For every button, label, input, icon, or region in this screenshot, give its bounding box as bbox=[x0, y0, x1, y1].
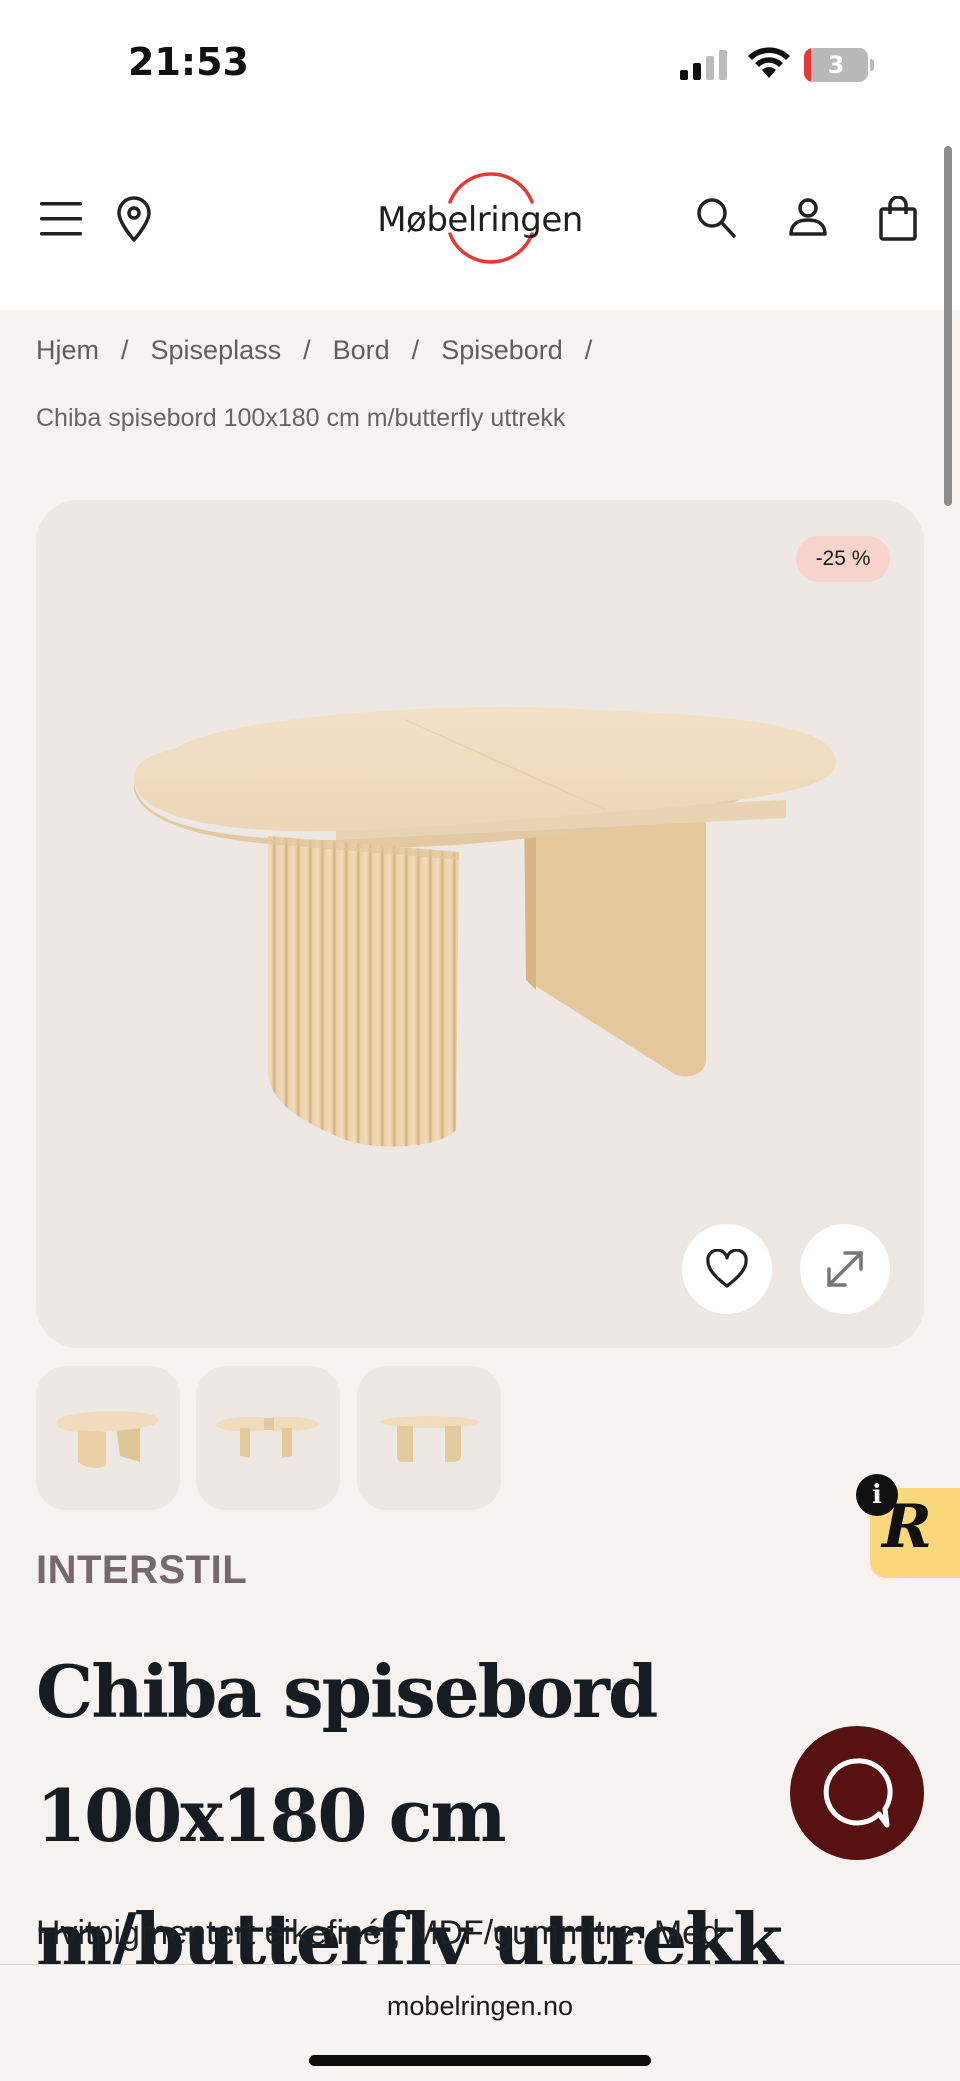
logo-text: Møbelringen bbox=[377, 200, 583, 240]
product-gallery[interactable]: -25 % bbox=[36, 500, 924, 1348]
signal-icon bbox=[680, 50, 727, 80]
status-time: 21:53 bbox=[128, 40, 249, 84]
wishlist-button[interactable] bbox=[682, 1224, 772, 1314]
breadcrumb: Hjem / Spiseplass / Bord / Spisebord / bbox=[36, 330, 916, 370]
browser-url[interactable]: mobelringen.no bbox=[0, 1991, 960, 2022]
brand-logo[interactable]: Møbelringen bbox=[360, 160, 600, 280]
account-icon[interactable] bbox=[788, 197, 828, 242]
product-brand[interactable]: INTERSTIL bbox=[36, 1548, 247, 1593]
thumbnail-1[interactable] bbox=[36, 1366, 180, 1510]
breadcrumb-separator: / bbox=[303, 334, 311, 365]
thumbnail-2[interactable] bbox=[196, 1366, 340, 1510]
product-image[interactable] bbox=[36, 500, 924, 1348]
breadcrumb-separator: / bbox=[121, 334, 129, 365]
search-icon[interactable] bbox=[696, 197, 736, 244]
breadcrumb-link-bord[interactable]: Bord bbox=[333, 335, 390, 366]
site-header: Møbelringen bbox=[0, 130, 960, 310]
heart-icon bbox=[706, 1249, 748, 1288]
expand-button[interactable] bbox=[800, 1224, 890, 1314]
breadcrumb-separator: / bbox=[584, 334, 593, 365]
product-description: Hvitpigmentert eikefinér, MDF/gummitre. … bbox=[36, 1914, 720, 1952]
discount-badge: -25 % bbox=[796, 536, 890, 582]
chat-button[interactable] bbox=[790, 1726, 924, 1860]
chat-bubble-icon bbox=[823, 1758, 893, 1828]
browser-bar: mobelringen.no bbox=[0, 1964, 960, 2081]
breadcrumb-link-spisebord[interactable]: Spisebord bbox=[441, 335, 563, 366]
cart-icon[interactable] bbox=[878, 195, 918, 247]
location-icon[interactable] bbox=[116, 196, 152, 247]
menu-icon[interactable] bbox=[40, 200, 82, 243]
expand-icon bbox=[827, 1251, 863, 1287]
status-bar: 21:53 3 bbox=[0, 0, 960, 130]
battery-level-text: 3 bbox=[827, 51, 845, 79]
thumbnail-3[interactable] bbox=[357, 1366, 501, 1510]
info-icon[interactable]: i bbox=[856, 1474, 898, 1516]
breadcrumb-separator: / bbox=[411, 334, 420, 365]
wifi-icon bbox=[748, 47, 790, 78]
breadcrumb-current: Chiba spisebord 100x180 cm m/butterfly u… bbox=[36, 404, 566, 432]
breadcrumb-link-hjem[interactable]: Hjem bbox=[36, 335, 99, 366]
breadcrumb-link-spiseplass[interactable]: Spiseplass bbox=[151, 335, 282, 366]
home-indicator[interactable] bbox=[309, 2055, 651, 2066]
battery-icon: 3 bbox=[804, 48, 874, 82]
page-scrollbar[interactable] bbox=[944, 146, 952, 506]
